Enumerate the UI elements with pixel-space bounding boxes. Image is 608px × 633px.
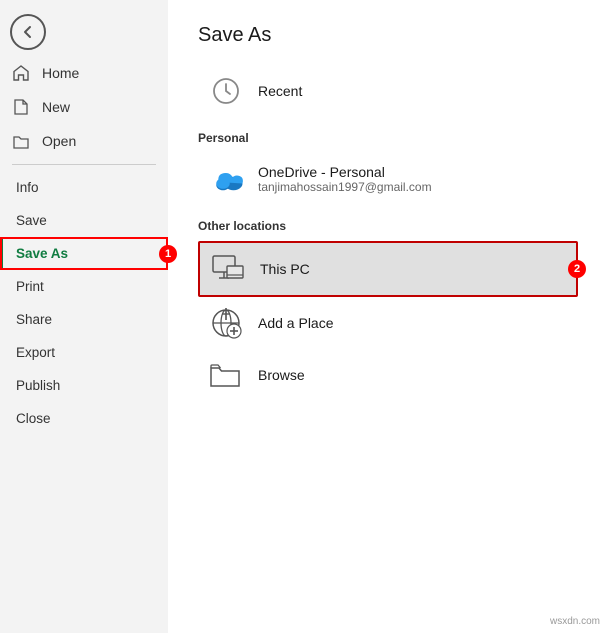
watermark: wsxdn.com <box>550 616 600 627</box>
sidebar-item-new[interactable]: New <box>0 90 168 124</box>
sidebar-item-save[interactable]: Save <box>0 204 168 237</box>
open-label: Open <box>42 133 76 149</box>
other-section-label: Other locations <box>198 219 578 233</box>
sidebar-item-close[interactable]: Close <box>0 402 168 435</box>
sidebar-item-info[interactable]: Info <box>0 171 168 204</box>
recent-item[interactable]: Recent <box>198 65 578 117</box>
add-place-text: Add a Place <box>258 315 334 331</box>
sidebar-item-open[interactable]: Open <box>0 124 168 158</box>
browse-text: Browse <box>258 367 305 383</box>
onedrive-email: tanjimahossain1997@gmail.com <box>258 180 432 194</box>
sidebar-divider <box>12 164 156 165</box>
onedrive-icon <box>208 161 244 197</box>
sidebar-item-publish[interactable]: Publish <box>0 369 168 402</box>
back-button[interactable] <box>10 14 46 50</box>
badge-1: 1 <box>159 245 177 263</box>
main-content: Save As Recent Personal OneDrive - Perso… <box>168 0 608 633</box>
add-place-name: Add a Place <box>258 315 334 331</box>
this-pc-wrapper: This PC 2 <box>198 241 578 297</box>
browse-item[interactable]: Browse <box>198 349 578 401</box>
this-pc-name: This PC <box>260 261 310 277</box>
sidebar-item-home[interactable]: Home <box>0 56 168 90</box>
clock-icon <box>208 73 244 109</box>
add-place-item[interactable]: Add a Place <box>198 297 578 349</box>
personal-section-label: Personal <box>198 131 578 145</box>
home-label: Home <box>42 65 79 81</box>
onedrive-name: OneDrive - Personal <box>258 164 432 180</box>
browse-icon <box>208 357 244 393</box>
badge-2: 2 <box>568 260 586 278</box>
save-as-wrapper: Save As 1 <box>0 237 168 270</box>
sidebar-item-print[interactable]: Print <box>0 270 168 303</box>
sidebar: Home New Open Info Save Save As <box>0 0 168 633</box>
onedrive-item[interactable]: OneDrive - Personal tanjimahossain1997@g… <box>198 153 578 205</box>
page-title: Save As <box>198 24 578 47</box>
home-icon <box>12 64 32 82</box>
new-icon <box>12 98 32 116</box>
new-label: New <box>42 99 70 115</box>
sidebar-item-save-as[interactable]: Save As <box>0 237 168 270</box>
sidebar-item-share[interactable]: Share <box>0 303 168 336</box>
this-pc-text: This PC <box>260 261 310 277</box>
browse-name: Browse <box>258 367 305 383</box>
this-pc-icon <box>210 251 246 287</box>
sidebar-item-export[interactable]: Export <box>0 336 168 369</box>
add-place-icon <box>208 305 244 341</box>
onedrive-text: OneDrive - Personal tanjimahossain1997@g… <box>258 164 432 194</box>
this-pc-item[interactable]: This PC 2 <box>198 241 578 297</box>
recent-name: Recent <box>258 83 302 99</box>
open-icon <box>12 132 32 150</box>
recent-text: Recent <box>258 83 302 99</box>
